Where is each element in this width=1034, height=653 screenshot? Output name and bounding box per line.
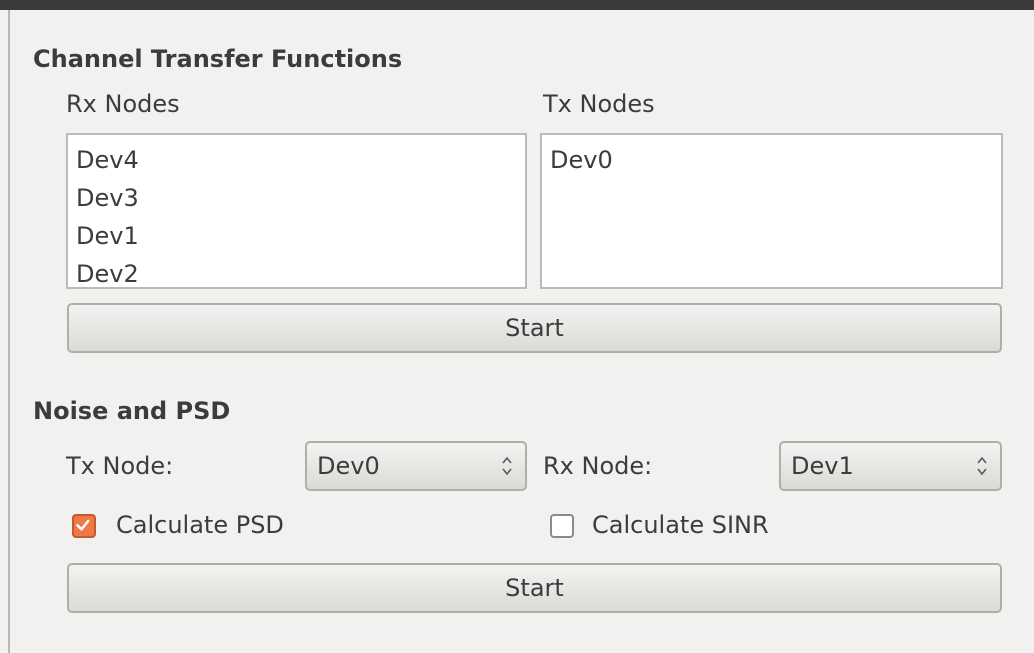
tx-node-label: Tx Node:	[66, 452, 174, 480]
list-item[interactable]: Dev0	[548, 141, 995, 179]
rx-nodes-list[interactable]: Dev4 Dev3 Dev1 Dev2	[66, 133, 527, 289]
noise-psd-title: Noise and PSD	[33, 397, 231, 425]
calculate-psd-label[interactable]: Calculate PSD	[116, 511, 284, 539]
window-top-border	[0, 0, 1034, 10]
rx-nodes-label: Rx Nodes	[66, 90, 180, 118]
dialog-panel: Channel Transfer Functions Rx Nodes Tx N…	[0, 0, 1034, 653]
list-item[interactable]: Dev2	[74, 255, 519, 293]
channel-start-button[interactable]: Start	[67, 303, 1002, 353]
tx-node-value: Dev0	[317, 452, 380, 480]
window-left-border	[0, 10, 10, 653]
channel-transfer-title: Channel Transfer Functions	[33, 45, 403, 73]
calculate-sinr-checkbox[interactable]	[550, 514, 574, 538]
spin-arrows-icon	[502, 456, 512, 476]
calculate-psd-checkbox[interactable]	[72, 514, 96, 538]
list-item[interactable]: Dev1	[74, 217, 519, 255]
spin-arrows-icon	[977, 456, 987, 476]
list-item[interactable]: Dev3	[74, 179, 519, 217]
rx-node-select[interactable]: Dev1	[779, 441, 1002, 491]
rx-node-value: Dev1	[791, 452, 854, 480]
noise-start-button[interactable]: Start	[67, 563, 1002, 613]
tx-node-select[interactable]: Dev0	[305, 441, 527, 491]
checkmark-icon	[76, 519, 90, 531]
rx-node-label: Rx Node:	[543, 452, 653, 480]
calculate-sinr-label[interactable]: Calculate SINR	[592, 511, 769, 539]
tx-nodes-list[interactable]: Dev0	[540, 133, 1003, 289]
list-item[interactable]: Dev4	[74, 141, 519, 179]
tx-nodes-label: Tx Nodes	[543, 90, 655, 118]
